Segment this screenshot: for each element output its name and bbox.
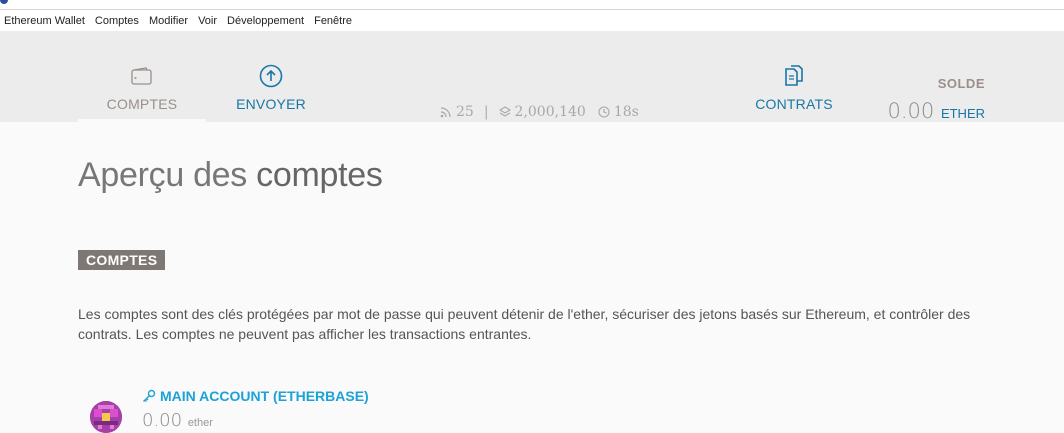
menu-fenetre[interactable]: Fenêtre <box>314 15 352 27</box>
tab-comptes-label: COMPTES <box>106 96 178 112</box>
account-balance: 0.00 <box>142 410 183 431</box>
app-icon <box>0 0 8 4</box>
total-balance: SOLDE 0.00 ETHER <box>887 76 985 123</box>
network-status: 25 | 2,000,140 18s <box>440 104 639 120</box>
top-navigation: COMPTES ENVOYER 25 | 2,000,140 18s CONTR… <box>0 32 1064 123</box>
tab-envoyer-label: ENVOYER <box>236 96 306 112</box>
status-separator: | <box>483 104 489 120</box>
section-description: Les comptes sont des clés protégées par … <box>78 306 971 342</box>
peer-count: 25 <box>456 104 474 120</box>
main-content: Aperçu des comptes COMPTES Les comptes s… <box>0 156 1064 433</box>
menu-comptes[interactable]: Comptes <box>95 15 139 27</box>
tab-contrats[interactable]: CONTRATS <box>744 32 844 122</box>
page-title-light: Aperçu des <box>78 156 247 194</box>
account-balance-row: 0.00 ether <box>142 410 213 431</box>
layers-icon <box>498 106 511 117</box>
block-number: 2,000,140 <box>514 104 586 120</box>
balance-value-row: 0.00 ETHER <box>887 99 985 123</box>
tab-envoyer[interactable]: ENVOYER <box>212 32 330 122</box>
tab-comptes[interactable]: COMPTES <box>78 32 206 122</box>
menu-modifier[interactable]: Modifier <box>149 15 188 27</box>
account-balance-unit: ether <box>187 417 213 429</box>
menu-ethereum-wallet[interactable]: Ethereum Wallet <box>4 15 85 27</box>
account-name-row[interactable]: MAIN ACCOUNT (ETHERBASE) <box>142 388 369 404</box>
balance-unit[interactable]: ETHER <box>941 106 985 121</box>
page-title-bold: comptes <box>256 156 383 194</box>
wallet-icon <box>131 64 153 88</box>
key-icon <box>143 389 156 402</box>
window-titlebar <box>0 0 1064 10</box>
page-title: Aperçu des comptes <box>78 156 1064 195</box>
section-tag-comptes: COMPTES <box>78 250 166 270</box>
account-identicon <box>90 401 122 433</box>
account-item[interactable]: MAIN ACCOUNT (ETHERBASE) 0.00 ether <box>78 388 1064 433</box>
balance-label: SOLDE <box>937 76 985 91</box>
balance-value: 0.00 <box>887 99 935 123</box>
active-tab-indicator <box>78 119 206 122</box>
clock-icon <box>598 106 610 118</box>
menu-developpement[interactable]: Développement <box>227 15 304 27</box>
account-name: MAIN ACCOUNT (ETHERBASE) <box>160 388 369 404</box>
peers-icon <box>440 107 451 118</box>
menu-bar: Ethereum Wallet Comptes Modifier Voir Dé… <box>0 10 1064 32</box>
arrow-up-circle-icon <box>259 64 283 88</box>
last-block-time: 18s <box>613 104 639 120</box>
documents-icon <box>782 64 806 88</box>
tab-contrats-label: CONTRATS <box>755 96 833 112</box>
menu-voir[interactable]: Voir <box>198 15 217 27</box>
